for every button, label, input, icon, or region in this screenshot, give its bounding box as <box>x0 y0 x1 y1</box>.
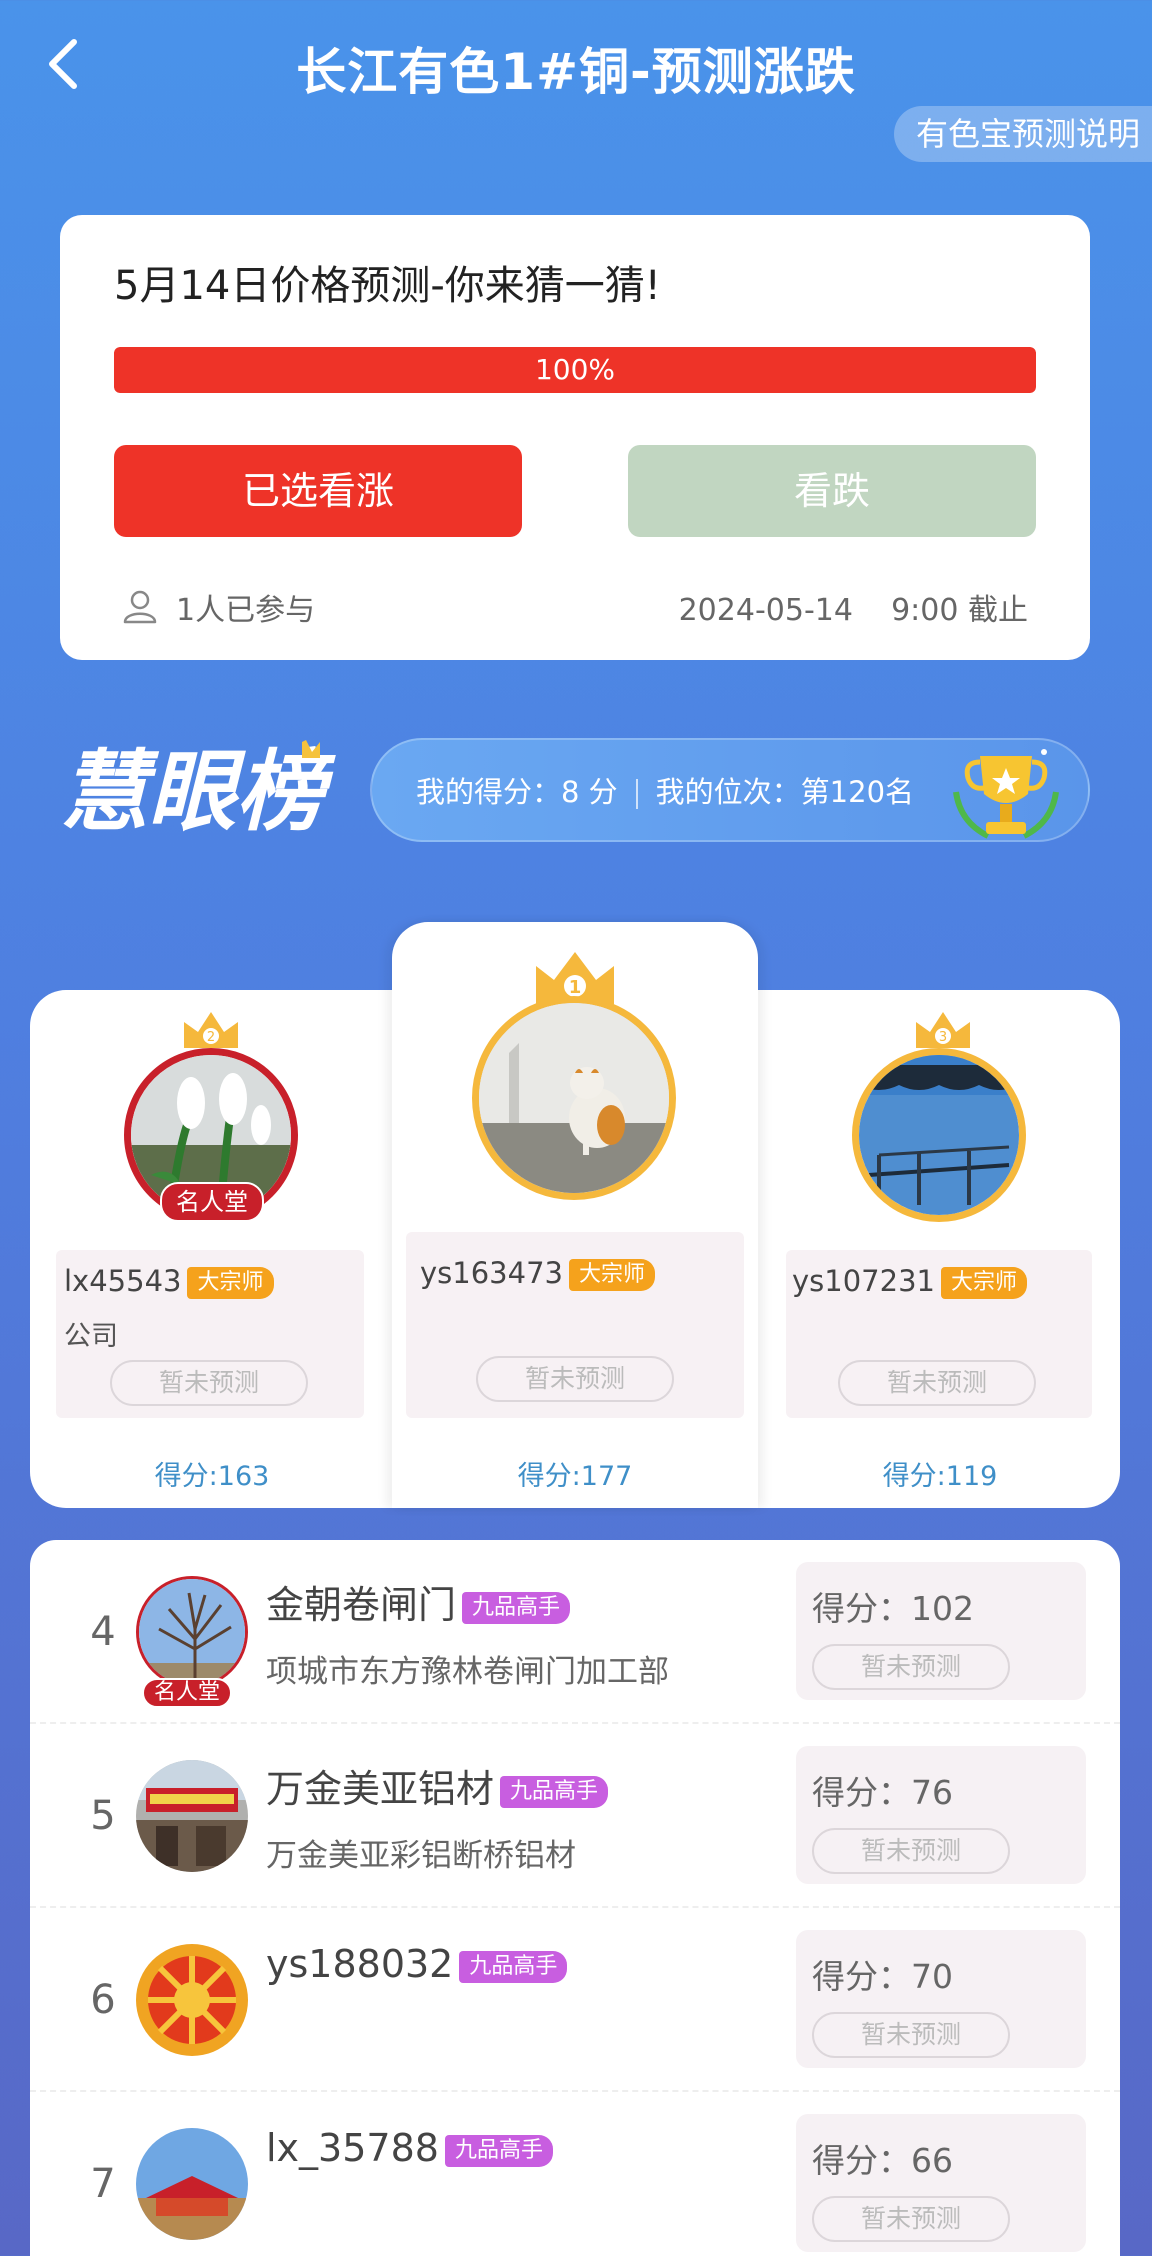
username: ys163473 <box>420 1256 563 1290</box>
prediction-status-button[interactable]: 暂未预测 <box>812 2012 1010 2058</box>
level-badge: 大宗师 <box>187 1267 274 1299</box>
list-score: 得分：66 <box>812 2141 953 2180</box>
rank-number: 4 <box>90 1609 116 1655</box>
divider <box>635 779 638 809</box>
list-item[interactable]: 6 ys188032 九品高手 得分：70 暂未预测 <box>30 1908 1120 2092</box>
level-badge: 大宗师 <box>940 1267 1027 1299</box>
level-badge: 九品高手 <box>462 1591 571 1624</box>
huiyan-ranking-logo: 慧眼榜 <box>58 730 348 843</box>
participants-count: 1人已参与 <box>120 585 315 629</box>
list-username: 金朝卷闸门 九品高手 <box>266 1574 571 1629</box>
bearish-button[interactable]: 看跌 <box>628 445 1036 537</box>
ranking-list: 4 名人堂 金朝卷闸门 九品高手 项城市东方豫林卷闸门加工部 得分：102 暂未预… <box>30 1540 1120 2256</box>
avatar[interactable] <box>136 1576 248 1688</box>
level-badge: 九品高手 <box>500 1775 609 1808</box>
rank-number: 5 <box>90 1793 116 1839</box>
podium-score-2: 得分:163 <box>154 1461 270 1492</box>
list-username: ys188032 九品高手 <box>266 1942 568 1986</box>
crown-3-icon: 3 <box>916 1012 970 1048</box>
bullish-button[interactable]: 已选看涨 <box>114 445 522 537</box>
avatar[interactable] <box>472 996 676 1200</box>
list-username: 万金美亚铝材 九品高手 <box>266 1758 609 1813</box>
my-rank: 我的位次：第120名 <box>655 775 915 809</box>
prediction-title: 5月14日价格预测-你来猜一猜! <box>114 263 661 309</box>
list-username: lx_35788 九品高手 <box>266 2126 553 2170</box>
prediction-status-button[interactable]: 暂未预测 <box>838 1360 1036 1406</box>
page-title: 长江有色1#铜-预测涨跌 <box>296 43 856 101</box>
my-score-text: 我的得分：8 分 我的位次：第120名 <box>416 740 914 844</box>
podium-company-2: 公司 <box>64 1321 118 1352</box>
my-score-bar: 我的得分：8 分 我的位次：第120名 <box>370 738 1090 842</box>
level-badge: 大宗师 <box>568 1259 655 1291</box>
prediction-status-button[interactable]: 暂未预测 <box>812 2196 1010 2242</box>
deadline-text: 2024-05-14 9:00 截止 <box>678 593 1028 628</box>
level-badge: 九品高手 <box>444 2134 553 2167</box>
header: 长江有色1#铜-预测涨跌 有色宝预测说明 <box>0 0 1152 162</box>
participants-text: 1人已参与 <box>176 593 316 628</box>
list-score: 得分：70 <box>812 1957 953 1996</box>
svg-text:2: 2 <box>207 1030 215 1045</box>
rank-number: 7 <box>90 2161 116 2207</box>
username: 万金美亚铝材 <box>266 1767 495 1811</box>
podium-username-2: lx45543 大宗师 <box>64 1264 274 1299</box>
prediction-status-button[interactable]: 暂未预测 <box>110 1360 308 1406</box>
my-score: 我的得分：8 分 <box>416 775 618 809</box>
svg-text:3: 3 <box>939 1030 947 1045</box>
username: 金朝卷闸门 <box>266 1583 457 1627</box>
username: lx_35788 <box>266 2126 439 2170</box>
username: ys188032 <box>266 1942 454 1986</box>
username: ys107231 <box>792 1264 935 1298</box>
level-badge: 九品高手 <box>459 1950 568 1983</box>
list-score: 得分：102 <box>812 1589 974 1628</box>
avatar[interactable] <box>852 1048 1026 1222</box>
prediction-explain-link[interactable]: 有色宝预测说明 <box>893 106 1152 162</box>
svg-text:1: 1 <box>569 977 582 998</box>
podium-score-3: 得分:119 <box>882 1461 998 1492</box>
users-icon <box>123 590 157 624</box>
score-box: 得分：76 暂未预测 <box>796 1746 1086 1884</box>
prediction-status-button[interactable]: 暂未预测 <box>476 1356 674 1402</box>
avatar[interactable] <box>136 2128 248 2240</box>
list-score: 得分：76 <box>812 1773 953 1812</box>
trophy-icon <box>936 742 1076 852</box>
list-item[interactable]: 7 lx_35788 九品高手 得分：66 暂未预测 <box>30 2092 1120 2256</box>
prediction-status-button[interactable]: 暂未预测 <box>812 1644 1010 1690</box>
podium-username-1: ys163473 大宗师 <box>420 1256 655 1291</box>
score-box: 得分：70 暂未预测 <box>796 1930 1086 2068</box>
svg-text:慧眼榜: 慧眼榜 <box>60 740 336 840</box>
avatar[interactable] <box>136 1944 248 2056</box>
list-item[interactable]: 4 名人堂 金朝卷闸门 九品高手 项城市东方豫林卷闸门加工部 得分：102 暂未预… <box>30 1540 1120 1724</box>
hall-of-fame-tag: 名人堂 <box>142 1678 233 1708</box>
vote-progress-label: 100% <box>534 353 616 386</box>
list-company: 万金美亚彩铝断桥铝材 <box>266 1838 576 1874</box>
vote-progress-bar: 100% <box>114 347 1036 393</box>
crown-2-icon: 2 <box>184 1012 238 1048</box>
prediction-status-button[interactable]: 暂未预测 <box>812 1828 1010 1874</box>
podium-score-1: 得分:177 <box>517 1461 633 1492</box>
score-box: 得分：102 暂未预测 <box>796 1562 1086 1700</box>
score-box: 得分：66 暂未预测 <box>796 2114 1086 2252</box>
prediction-card: 5月14日价格预测-你来猜一猜! 100% 已选看涨 看跌 1人已参与 2024… <box>60 215 1090 660</box>
rank-number: 6 <box>90 1977 116 2023</box>
list-item[interactable]: 5 万金美亚铝材 九品高手 万金美亚彩铝断桥铝材 得分：76 暂未预测 <box>30 1724 1120 1908</box>
hall-of-fame-tag: 名人堂 <box>160 1182 264 1222</box>
avatar[interactable] <box>136 1760 248 1872</box>
list-company: 项城市东方豫林卷闸门加工部 <box>266 1654 669 1690</box>
username: lx45543 <box>64 1264 182 1298</box>
podium-username-3: ys107231 大宗师 <box>792 1264 1027 1299</box>
